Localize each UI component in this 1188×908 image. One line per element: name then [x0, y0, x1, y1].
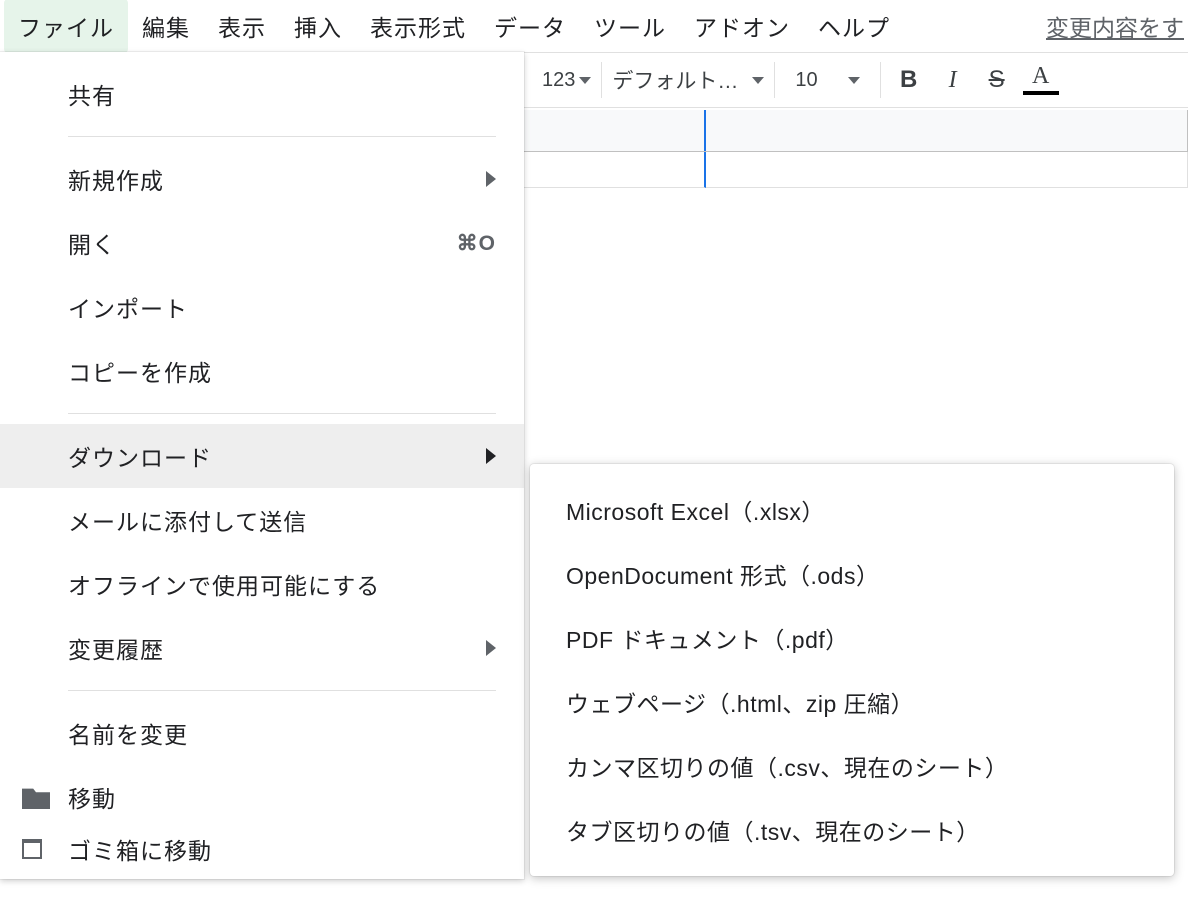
file-menu-dropdown: 共有 新規作成 開く ⌘O インポート コピーを作成 ダウンロード メールに添付…: [0, 52, 524, 879]
caret-down-icon: [752, 77, 764, 84]
menu-insert[interactable]: 挿入: [280, 0, 356, 53]
menu-view[interactable]: 表示: [204, 0, 280, 53]
download-submenu: Microsoft Excel（.xlsx） OpenDocument 形式（.…: [530, 464, 1174, 876]
bold-button[interactable]: B: [891, 66, 927, 94]
menu-item-share[interactable]: 共有: [0, 62, 524, 126]
download-tsv[interactable]: タブ区切りの値（.tsv、現在のシート）: [530, 798, 1174, 862]
number-format-button[interactable]: 123: [532, 53, 601, 107]
menu-file[interactable]: ファイル: [4, 0, 128, 53]
column-header-b[interactable]: [706, 110, 1188, 151]
folder-icon: [22, 785, 50, 809]
menu-tools[interactable]: ツール: [580, 0, 680, 53]
changes-saved-link[interactable]: 変更内容をす: [1032, 0, 1184, 53]
menu-item-make-copy[interactable]: コピーを作成: [0, 339, 524, 403]
menu-item-move[interactable]: 移動: [0, 765, 524, 829]
menu-item-email-attachment[interactable]: メールに添付して送信: [0, 488, 524, 552]
submenu-arrow-icon: [486, 640, 496, 656]
strikethrough-button[interactable]: S: [979, 66, 1015, 94]
cell-b1[interactable]: [706, 152, 1188, 188]
menu-edit[interactable]: 編集: [128, 0, 204, 53]
menubar: ファイル 編集 表示 挿入 表示形式 データ ツール アドオン ヘルプ 変更内容…: [0, 0, 1188, 52]
menu-item-version-history[interactable]: 変更履歴: [0, 616, 524, 680]
caret-down-icon: [848, 77, 860, 84]
download-pdf[interactable]: PDF ドキュメント（.pdf）: [530, 606, 1174, 670]
menu-item-move-to-trash[interactable]: ゴミ箱に移動: [0, 829, 524, 869]
menu-addons[interactable]: アドオン: [680, 0, 804, 53]
menu-data[interactable]: データ: [480, 0, 580, 53]
menu-item-make-available-offline[interactable]: オフラインで使用可能にする: [0, 552, 524, 616]
font-family-select[interactable]: デフォルト…: [602, 53, 774, 107]
download-ods[interactable]: OpenDocument 形式（.ods）: [530, 542, 1174, 606]
text-color-button[interactable]: A: [1023, 65, 1059, 95]
submenu-arrow-icon: [486, 448, 496, 464]
menu-divider: [68, 690, 496, 691]
submenu-arrow-icon: [486, 171, 496, 187]
download-xlsx[interactable]: Microsoft Excel（.xlsx）: [530, 478, 1174, 542]
italic-button[interactable]: I: [935, 67, 971, 94]
menu-help[interactable]: ヘルプ: [804, 0, 904, 53]
menu-divider: [68, 136, 496, 137]
font-size-select[interactable]: 10: [775, 53, 879, 107]
menu-format[interactable]: 表示形式: [356, 0, 480, 53]
menu-divider: [68, 413, 496, 414]
shortcut-label: ⌘O: [457, 231, 496, 256]
menu-item-new[interactable]: 新規作成: [0, 147, 524, 211]
download-csv[interactable]: カンマ区切りの値（.csv、現在のシート）: [530, 734, 1174, 798]
menu-item-open[interactable]: 開く ⌘O: [0, 211, 524, 275]
menu-item-import[interactable]: インポート: [0, 275, 524, 339]
caret-down-icon: [579, 77, 591, 84]
trash-icon: [22, 839, 42, 859]
menu-item-rename[interactable]: 名前を変更: [0, 701, 524, 765]
download-html[interactable]: ウェブページ（.html、zip 圧縮）: [530, 670, 1174, 734]
menu-item-download[interactable]: ダウンロード: [0, 424, 524, 488]
